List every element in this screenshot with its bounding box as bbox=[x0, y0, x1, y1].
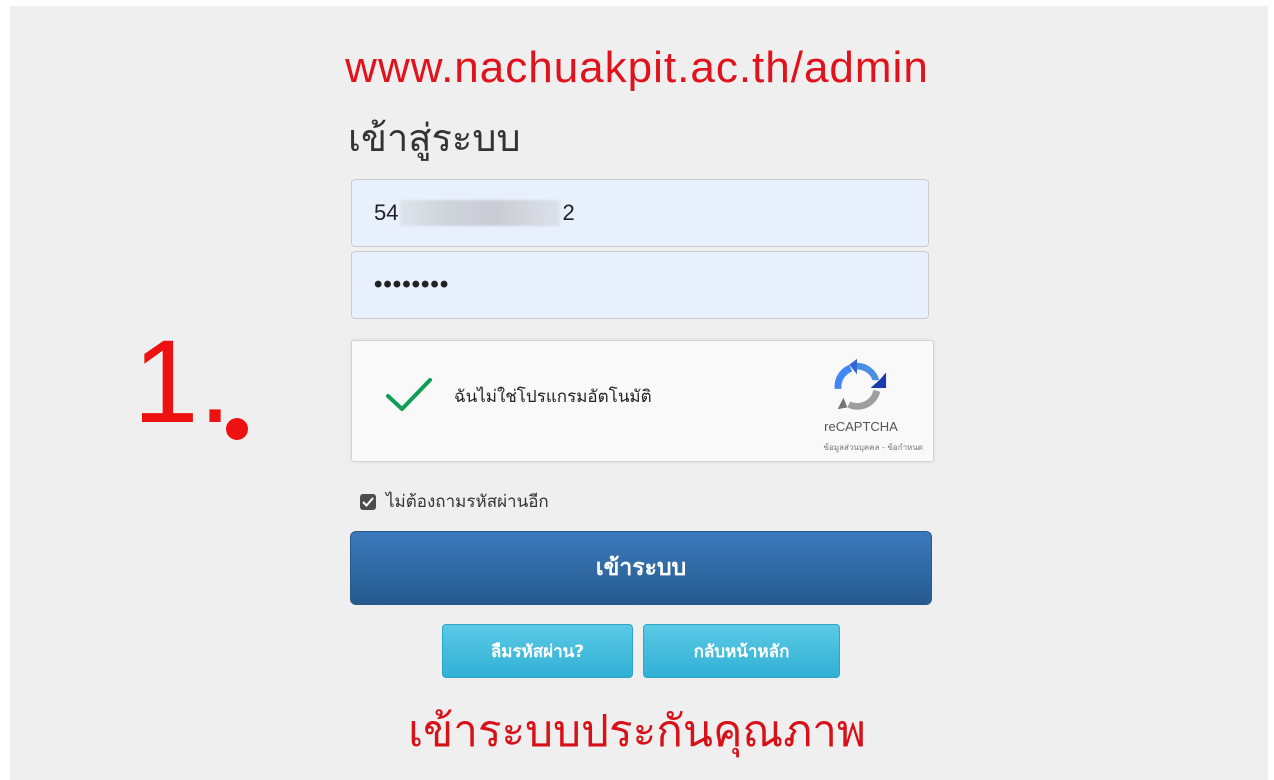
login-heading: เข้าสู่ระบบ bbox=[348, 116, 521, 160]
password-mask: •••••••• bbox=[374, 271, 450, 298]
remember-me-label: ไม่ต้องถามรหัสผ่านอีก bbox=[386, 492, 549, 512]
recaptcha-brand: reCAPTCHA bbox=[824, 419, 898, 434]
back-to-home-button[interactable]: กลับหน้าหลัก bbox=[643, 624, 840, 678]
checkbox-checked-icon[interactable] bbox=[360, 493, 376, 510]
username-blurred-region bbox=[400, 200, 561, 226]
password-input[interactable]: •••••••• bbox=[351, 251, 929, 319]
recaptcha-terms-link[interactable]: ข้อมูลส่วนบุคคล - ข้อกำหนด bbox=[824, 441, 924, 454]
login-button[interactable]: เข้าระบบ bbox=[350, 531, 932, 605]
captcha-checkmark-icon[interactable] bbox=[384, 375, 434, 415]
step-number-dot-icon bbox=[226, 418, 248, 440]
recaptcha-widget[interactable]: ฉันไม่ใช่โปรแกรมอัตโนมัติ reCAPTCHA ข้อม… bbox=[351, 340, 934, 462]
username-suffix: 2 bbox=[562, 200, 575, 225]
username-input[interactable]: 54 2 bbox=[351, 179, 929, 247]
recaptcha-logo-icon bbox=[834, 358, 887, 410]
remember-me-checkbox[interactable]: ไม่ต้องถามรหัสผ่านอีก bbox=[360, 488, 549, 515]
captcha-label: ฉันไม่ใช่โปรแกรมอัตโนมัติ bbox=[454, 387, 652, 407]
forgot-password-button[interactable]: ลืมรหัสผ่าน? bbox=[442, 624, 633, 678]
username-prefix: 54 bbox=[374, 200, 399, 225]
admin-url-annotation: www.nachuakpit.ac.th/admin bbox=[345, 43, 929, 92]
step-number-annotation: 1. bbox=[133, 316, 232, 448]
quality-assurance-caption: เข้าระบบประกันคุณภาพ bbox=[408, 706, 866, 757]
